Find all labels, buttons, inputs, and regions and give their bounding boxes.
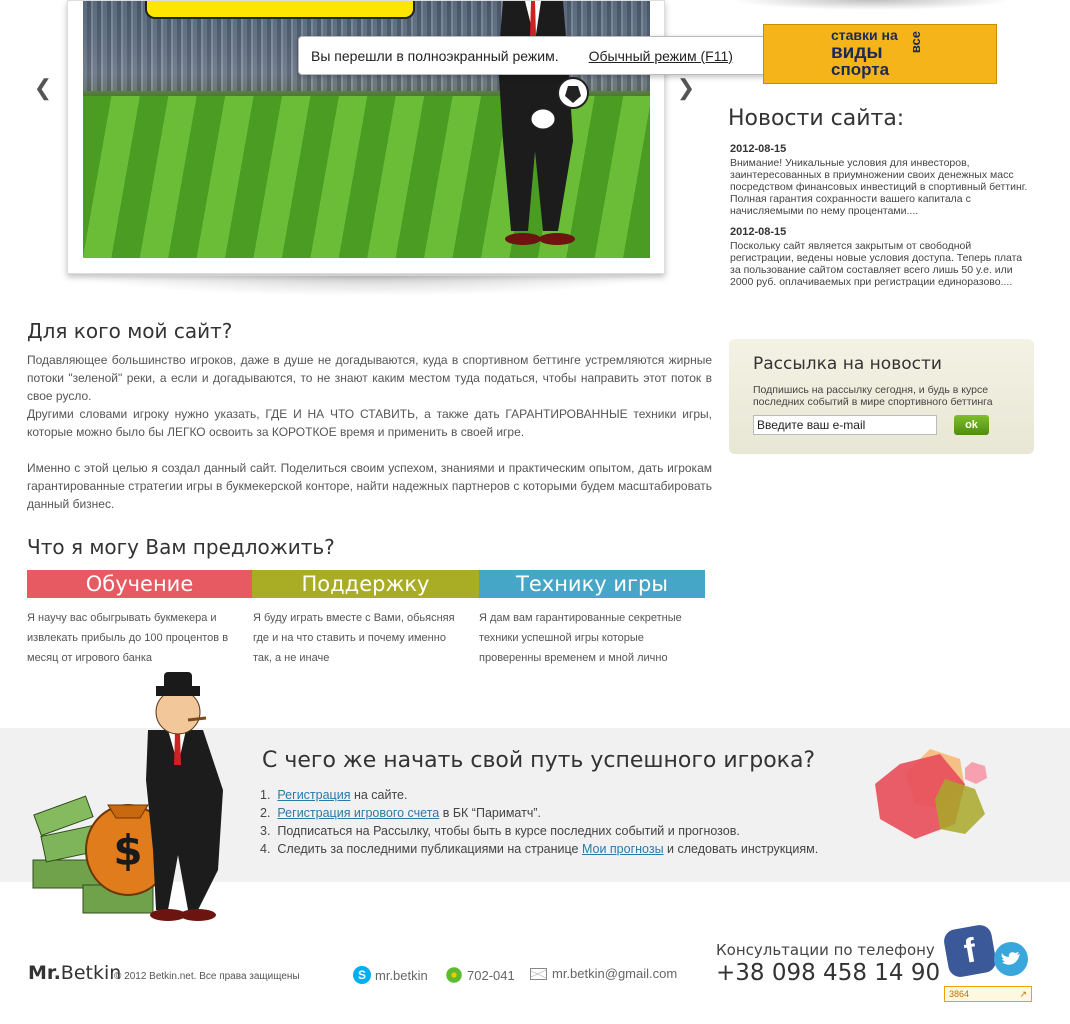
offer-support-header: Поддержку (252, 570, 479, 598)
svg-text:$: $ (113, 826, 142, 875)
slider-next-arrow-icon[interactable]: ❯ (676, 77, 696, 99)
fullscreen-notification: Вы перешли в полноэкранный режим. Обычны… (298, 36, 776, 75)
step-item: 2. Регистрация игрового счета в БК “Пари… (260, 804, 818, 822)
copyright: © 2012 Betkin.net. Все права защищены (114, 971, 300, 982)
ad-banner[interactable]: ставки на виды спорта все (763, 24, 997, 84)
skype-handle: mr.betkin (375, 967, 428, 983)
newsletter-title: Рассылка на новости (753, 354, 942, 374)
getting-started-steps: 1. Регистрация на сайте. 2. Регистрация … (260, 786, 818, 858)
offer-training-text: Я научу вас обыгрывать букмекера и извле… (27, 612, 229, 664)
register-account-link[interactable]: Регистрация игрового счета (277, 806, 439, 820)
step-number: 1. (260, 788, 271, 802)
logo-mr: Mr. (28, 962, 61, 984)
my-predictions-link[interactable]: Мои прогнозы (582, 842, 664, 856)
twitter-icon[interactable] (994, 942, 1028, 976)
widget-shadow (732, 0, 1012, 10)
step-text: Подписаться на Рассылку, чтобы быть в ку… (277, 824, 740, 838)
register-site-link[interactable]: Регистрация (277, 788, 350, 802)
step-number: 4. (260, 842, 271, 856)
news-date: 2012-08-15 (730, 143, 787, 155)
paragraph-2: Другими словами игроку нужно указать, ГД… (27, 407, 712, 439)
step-text: Следить за последними публикациями на ст… (277, 842, 582, 856)
icq-number: 702-041 (467, 967, 515, 983)
step-text: и следовать инструкциям. (663, 842, 819, 856)
news-date: 2012-08-15 (730, 226, 787, 238)
paragraph-3: Именно с этой целью я создал данный сайт… (27, 461, 712, 511)
phone-consultation-label: Консультации по телефону (716, 941, 935, 959)
envelope-icon (530, 967, 547, 980)
step-item: 1. Регистрация на сайте. (260, 786, 818, 804)
news-text: Поскольку сайт является закрытым от своб… (730, 240, 1023, 288)
logo-name: Betkin (60, 962, 122, 984)
arrow-icon: ↗ (1019, 989, 1027, 999)
news-heading: Новости сайта: (728, 106, 905, 131)
email-input[interactable] (753, 415, 937, 435)
slide-caption-box (145, 1, 415, 19)
newsletter-box: Рассылка на новости Подпишись на рассылк… (729, 339, 1034, 454)
skype-contact[interactable]: S mr.betkin (353, 966, 428, 984)
icq-contact[interactable]: 702-041 (445, 966, 515, 984)
offer-support-text: Я буду играть вместе с Вами, обьясняя гд… (253, 612, 455, 664)
mascot-money-illustration: $ (32, 672, 223, 921)
ad-line-3: спорта (831, 60, 890, 79)
newsletter-description: Подпишись на рассылку сегодня, и будь в … (753, 384, 993, 408)
slider-shadow (75, 276, 660, 296)
getting-started-title: С чего же начать свой путь успешного игр… (262, 748, 816, 773)
news-item[interactable]: 2012-08-15 Поскольку сайт является закры… (730, 226, 1035, 288)
section-heading-offers: Что я могу Вам предложить? (27, 535, 335, 559)
email-contact[interactable]: mr.betkin@gmail.com (530, 966, 677, 981)
counter-value: 3864 (949, 989, 970, 999)
visit-counter[interactable]: 3864 ↗ (944, 986, 1032, 1002)
step-item: 4. Следить за последними публикациями на… (260, 840, 818, 858)
fullscreen-message: Вы перешли в полноэкранный режим. (311, 47, 559, 64)
ad-banner-text: ставки на виды спорта (831, 27, 898, 78)
skype-icon: S (353, 966, 371, 984)
paragraph-1: Подавляющее большинство игроков, даже в … (27, 353, 712, 403)
subscribe-ok-button[interactable]: ok (954, 415, 989, 435)
facebook-icon[interactable]: f (942, 923, 998, 979)
section-heading-audience: Для кого мой сайт? (27, 319, 233, 343)
ad-vertical-text: все (908, 31, 923, 54)
news-text: Внимание! Уникальные условия для инвесто… (730, 157, 1028, 217)
decorative-hexagons (875, 749, 987, 839)
phone-number[interactable]: +38 098 458 14 90 (716, 960, 940, 986)
step-text: на сайте. (350, 788, 408, 802)
offer-technique-text: Я дам вам гарантированные секретные техн… (479, 612, 682, 664)
exit-fullscreen-link[interactable]: Обычный режим (F11) (589, 48, 733, 64)
offer-technique-header: Технику игры (479, 570, 705, 598)
step-item: 3. Подписаться на Рассылку, чтобы быть в… (260, 822, 818, 840)
step-number: 3. (260, 824, 271, 838)
step-text: в БК “Париматч”. (439, 806, 541, 820)
slider-prev-arrow-icon[interactable]: ❮ (33, 77, 53, 99)
email-address: mr.betkin@gmail.com (552, 966, 678, 981)
step-number: 2. (260, 806, 271, 820)
offer-training-header: Обучение (27, 570, 252, 598)
ad-line-2: виды (831, 42, 883, 63)
footer-logo[interactable]: Mr.Betkin (28, 962, 121, 984)
news-item[interactable]: 2012-08-15 Внимание! Уникальные условия … (730, 143, 1035, 217)
icq-flower-icon (445, 966, 463, 984)
